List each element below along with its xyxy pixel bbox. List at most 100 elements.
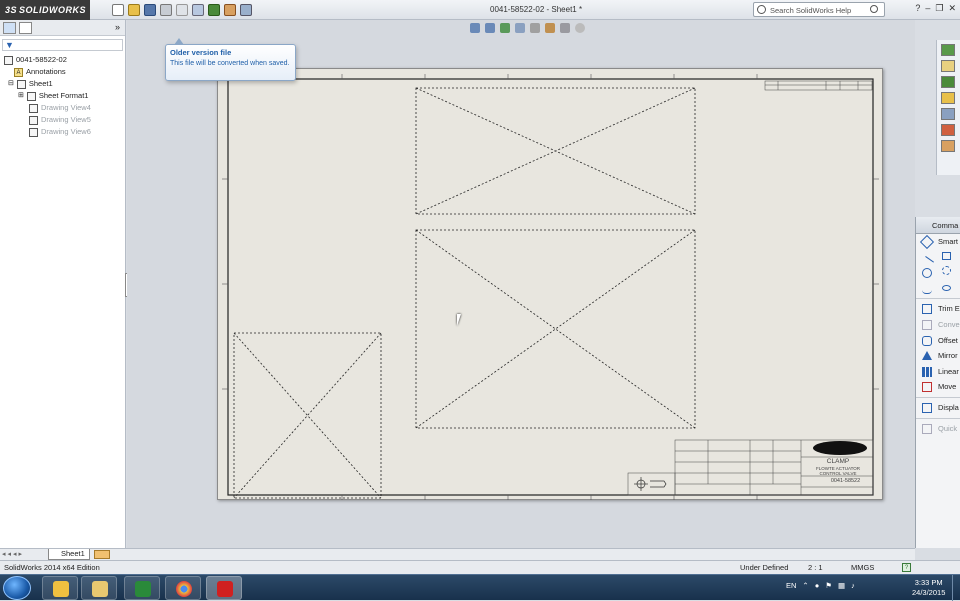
display-relations-button[interactable]: Displa bbox=[916, 400, 960, 416]
home-icon[interactable] bbox=[941, 60, 955, 72]
restore-button[interactable]: ❐ bbox=[935, 3, 943, 14]
mirror-entities-button[interactable]: Mirror bbox=[916, 348, 960, 364]
zoom-to-fit-icon[interactable] bbox=[470, 23, 480, 33]
custom-properties-icon[interactable] bbox=[941, 140, 955, 152]
tray-expand-icon[interactable]: ⌃ bbox=[802, 581, 808, 590]
appearance-icon[interactable] bbox=[575, 23, 585, 33]
display-style-icon[interactable] bbox=[545, 23, 555, 33]
rebuild-icon[interactable] bbox=[208, 4, 220, 16]
sketch-tools-row-2[interactable] bbox=[916, 265, 960, 281]
linear-pattern-icon bbox=[922, 366, 932, 377]
arc-icon[interactable] bbox=[942, 266, 951, 276]
help-search-input[interactable]: Search SolidWorks Help bbox=[753, 2, 885, 17]
taskbar-chrome[interactable] bbox=[165, 576, 201, 600]
drawing-icon bbox=[4, 55, 13, 65]
sheet-nav-arrows[interactable]: ◂◂◂▸ bbox=[2, 550, 24, 558]
hide-show-icon[interactable] bbox=[560, 23, 570, 33]
expand-panel-icon[interactable]: » bbox=[115, 22, 120, 32]
tree-root-label: 0041-58522-02 bbox=[16, 55, 67, 64]
language-indicator[interactable]: EN bbox=[786, 581, 796, 590]
clock[interactable]: 3:33 PM 24/3/2015 bbox=[912, 578, 945, 598]
convert-entities-button[interactable]: Conve bbox=[916, 317, 960, 333]
taskbar-excel[interactable] bbox=[124, 576, 160, 600]
tree-item-drawing-view6[interactable]: Drawing View6 bbox=[4, 126, 125, 138]
linear-pattern-button[interactable]: Linear bbox=[916, 364, 960, 380]
ellipse-icon[interactable] bbox=[942, 284, 951, 291]
expand-icon[interactable]: ⊞ bbox=[18, 90, 24, 102]
property-manager-tab[interactable] bbox=[19, 21, 32, 34]
sheet-tab-label: Sheet1 bbox=[61, 549, 85, 558]
section-view-icon[interactable] bbox=[530, 23, 540, 33]
volume-icon[interactable]: ♪ bbox=[851, 581, 855, 590]
drawing-sheet[interactable]: CLAMP FLOWTE ACTUATOR CONTROL VALVE 0041… bbox=[217, 68, 883, 500]
tree-item-sheet1[interactable]: ⊟ Sheet1 bbox=[4, 78, 125, 90]
print-icon[interactable] bbox=[160, 4, 172, 16]
trim-entities-button[interactable]: Trim E bbox=[916, 301, 960, 317]
help-icon[interactable]: ? bbox=[915, 3, 920, 14]
previous-view-icon[interactable] bbox=[500, 23, 510, 33]
tree-item-drawing-view5[interactable]: Drawing View5 bbox=[4, 114, 125, 126]
search-go-icon[interactable] bbox=[870, 5, 878, 13]
minimize-button[interactable]: – bbox=[925, 3, 930, 14]
smart-dimension-button[interactable]: Smart bbox=[916, 234, 960, 250]
separator bbox=[916, 396, 960, 398]
sheet-tab-sheet1[interactable]: Sheet1 bbox=[48, 549, 90, 560]
antivirus-icon[interactable]: ● bbox=[815, 581, 820, 590]
mouse-cursor-icon bbox=[457, 314, 465, 326]
unit-system[interactable]: MMGS bbox=[851, 561, 874, 575]
status-bar: SolidWorks 2014 x64 Edition Under Define… bbox=[0, 560, 960, 574]
collapse-icon[interactable]: ⊟ bbox=[8, 78, 14, 90]
sheet-format-icon bbox=[26, 91, 36, 101]
command-panel-title: Comma bbox=[916, 217, 960, 234]
feature-manager-panel: » ▼ 0041-58522-02 A Annotations ⊟ Sheet1 ⊞… bbox=[0, 20, 126, 548]
file-properties-icon[interactable] bbox=[224, 4, 236, 16]
close-button[interactable]: ✕ bbox=[948, 3, 956, 14]
sketch-tools-row-3[interactable] bbox=[916, 281, 960, 297]
tree-item-label: Sheet1 bbox=[28, 79, 53, 88]
tree-root[interactable]: 0041-58522-02 bbox=[4, 54, 125, 66]
design-library-icon[interactable] bbox=[941, 76, 955, 88]
task-pane-tabs bbox=[936, 40, 960, 175]
tree-item-sheet-format[interactable]: ⊞ Sheet Format1 bbox=[4, 90, 125, 102]
view-palette-icon[interactable] bbox=[941, 108, 955, 120]
save-icon[interactable] bbox=[144, 4, 156, 16]
tree-item-drawing-view4[interactable]: Drawing View4 bbox=[4, 102, 125, 114]
drawing-view-main-box bbox=[415, 229, 696, 429]
tree-filter-input[interactable]: ▼ bbox=[2, 39, 123, 51]
chrome-icon bbox=[176, 581, 192, 597]
feature-tree-tab[interactable] bbox=[3, 21, 16, 34]
title-description-2: CONTROL VALVE bbox=[819, 471, 857, 476]
start-button[interactable] bbox=[3, 576, 31, 600]
rectangle-icon[interactable] bbox=[942, 251, 951, 260]
move-entities-button[interactable]: Move bbox=[916, 379, 960, 395]
resources-icon[interactable] bbox=[941, 44, 955, 56]
open-folder-icon[interactable] bbox=[128, 4, 140, 16]
tree-item-annotations[interactable]: A Annotations bbox=[4, 66, 125, 78]
quick-tips-icon[interactable]: ? bbox=[902, 563, 911, 572]
offset-entities-button[interactable]: Offset bbox=[916, 333, 960, 349]
windows-taskbar: EN ⌃ ● ⚑ ▦ ♪ 3:33 PM 24/3/2015 bbox=[0, 574, 960, 601]
brand-name: SOLIDWORKS bbox=[19, 5, 87, 15]
zoom-to-area-icon[interactable] bbox=[485, 23, 495, 33]
sketch-tools-row-1[interactable] bbox=[916, 250, 960, 266]
options-icon[interactable] bbox=[240, 4, 252, 16]
sheet-scale[interactable]: 2 : 1 bbox=[808, 561, 823, 575]
select-pointer-icon[interactable] bbox=[192, 4, 204, 16]
taskbar-outlook[interactable] bbox=[42, 576, 78, 600]
appearances-icon[interactable] bbox=[941, 124, 955, 136]
command-label: Linear bbox=[938, 366, 959, 376]
title-bar: 3S SOLIDWORKS 0041-58522-02 - Sheet1 * Se… bbox=[0, 0, 960, 20]
undo-icon[interactable] bbox=[176, 4, 188, 16]
action-center-flag-icon[interactable]: ⚑ bbox=[825, 581, 832, 590]
move-icon bbox=[922, 382, 932, 393]
show-desktop-button[interactable] bbox=[952, 575, 960, 601]
add-sheet-icon[interactable] bbox=[94, 550, 110, 559]
solidworks-logo[interactable]: 3S SOLIDWORKS bbox=[0, 0, 90, 20]
network-icon[interactable]: ▦ bbox=[838, 581, 845, 590]
quick-snaps-button[interactable]: Quick bbox=[916, 421, 960, 437]
taskbar-solidworks[interactable] bbox=[206, 576, 242, 600]
new-file-icon[interactable] bbox=[112, 4, 124, 16]
file-explorer-icon[interactable] bbox=[941, 92, 955, 104]
rotate-view-icon[interactable] bbox=[515, 23, 525, 33]
taskbar-explorer[interactable] bbox=[81, 576, 117, 600]
